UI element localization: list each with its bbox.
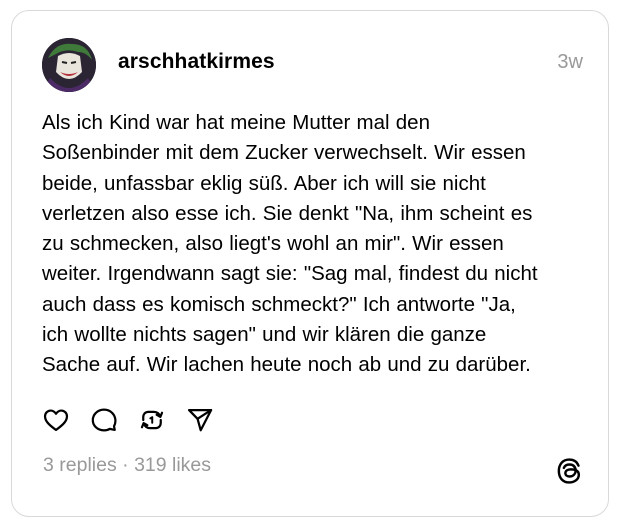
post-card: arschhatkirmes 3w Als ich Kind war hat m… [11,10,609,517]
repost-icon [140,410,164,430]
share-button[interactable] [186,406,214,434]
replies-count[interactable]: 3 replies [43,454,117,476]
send-icon [187,408,213,432]
username[interactable]: arschhatkirmes [118,50,275,74]
like-button[interactable] [42,406,70,434]
post-stats: 3 replies · 319 likes [43,454,211,477]
stats-separator: · [116,454,135,476]
threads-logo-icon[interactable] [555,457,583,485]
timestamp: 3w [557,51,583,73]
avatar[interactable] [42,38,96,92]
post-text: Als ich Kind war hat meine Mutter mal de… [42,111,538,377]
heart-icon [43,409,69,432]
likes-count[interactable]: 319 likes [134,454,211,476]
comment-icon [91,408,117,432]
repost-button[interactable] [138,406,166,434]
reply-button[interactable] [90,406,118,434]
